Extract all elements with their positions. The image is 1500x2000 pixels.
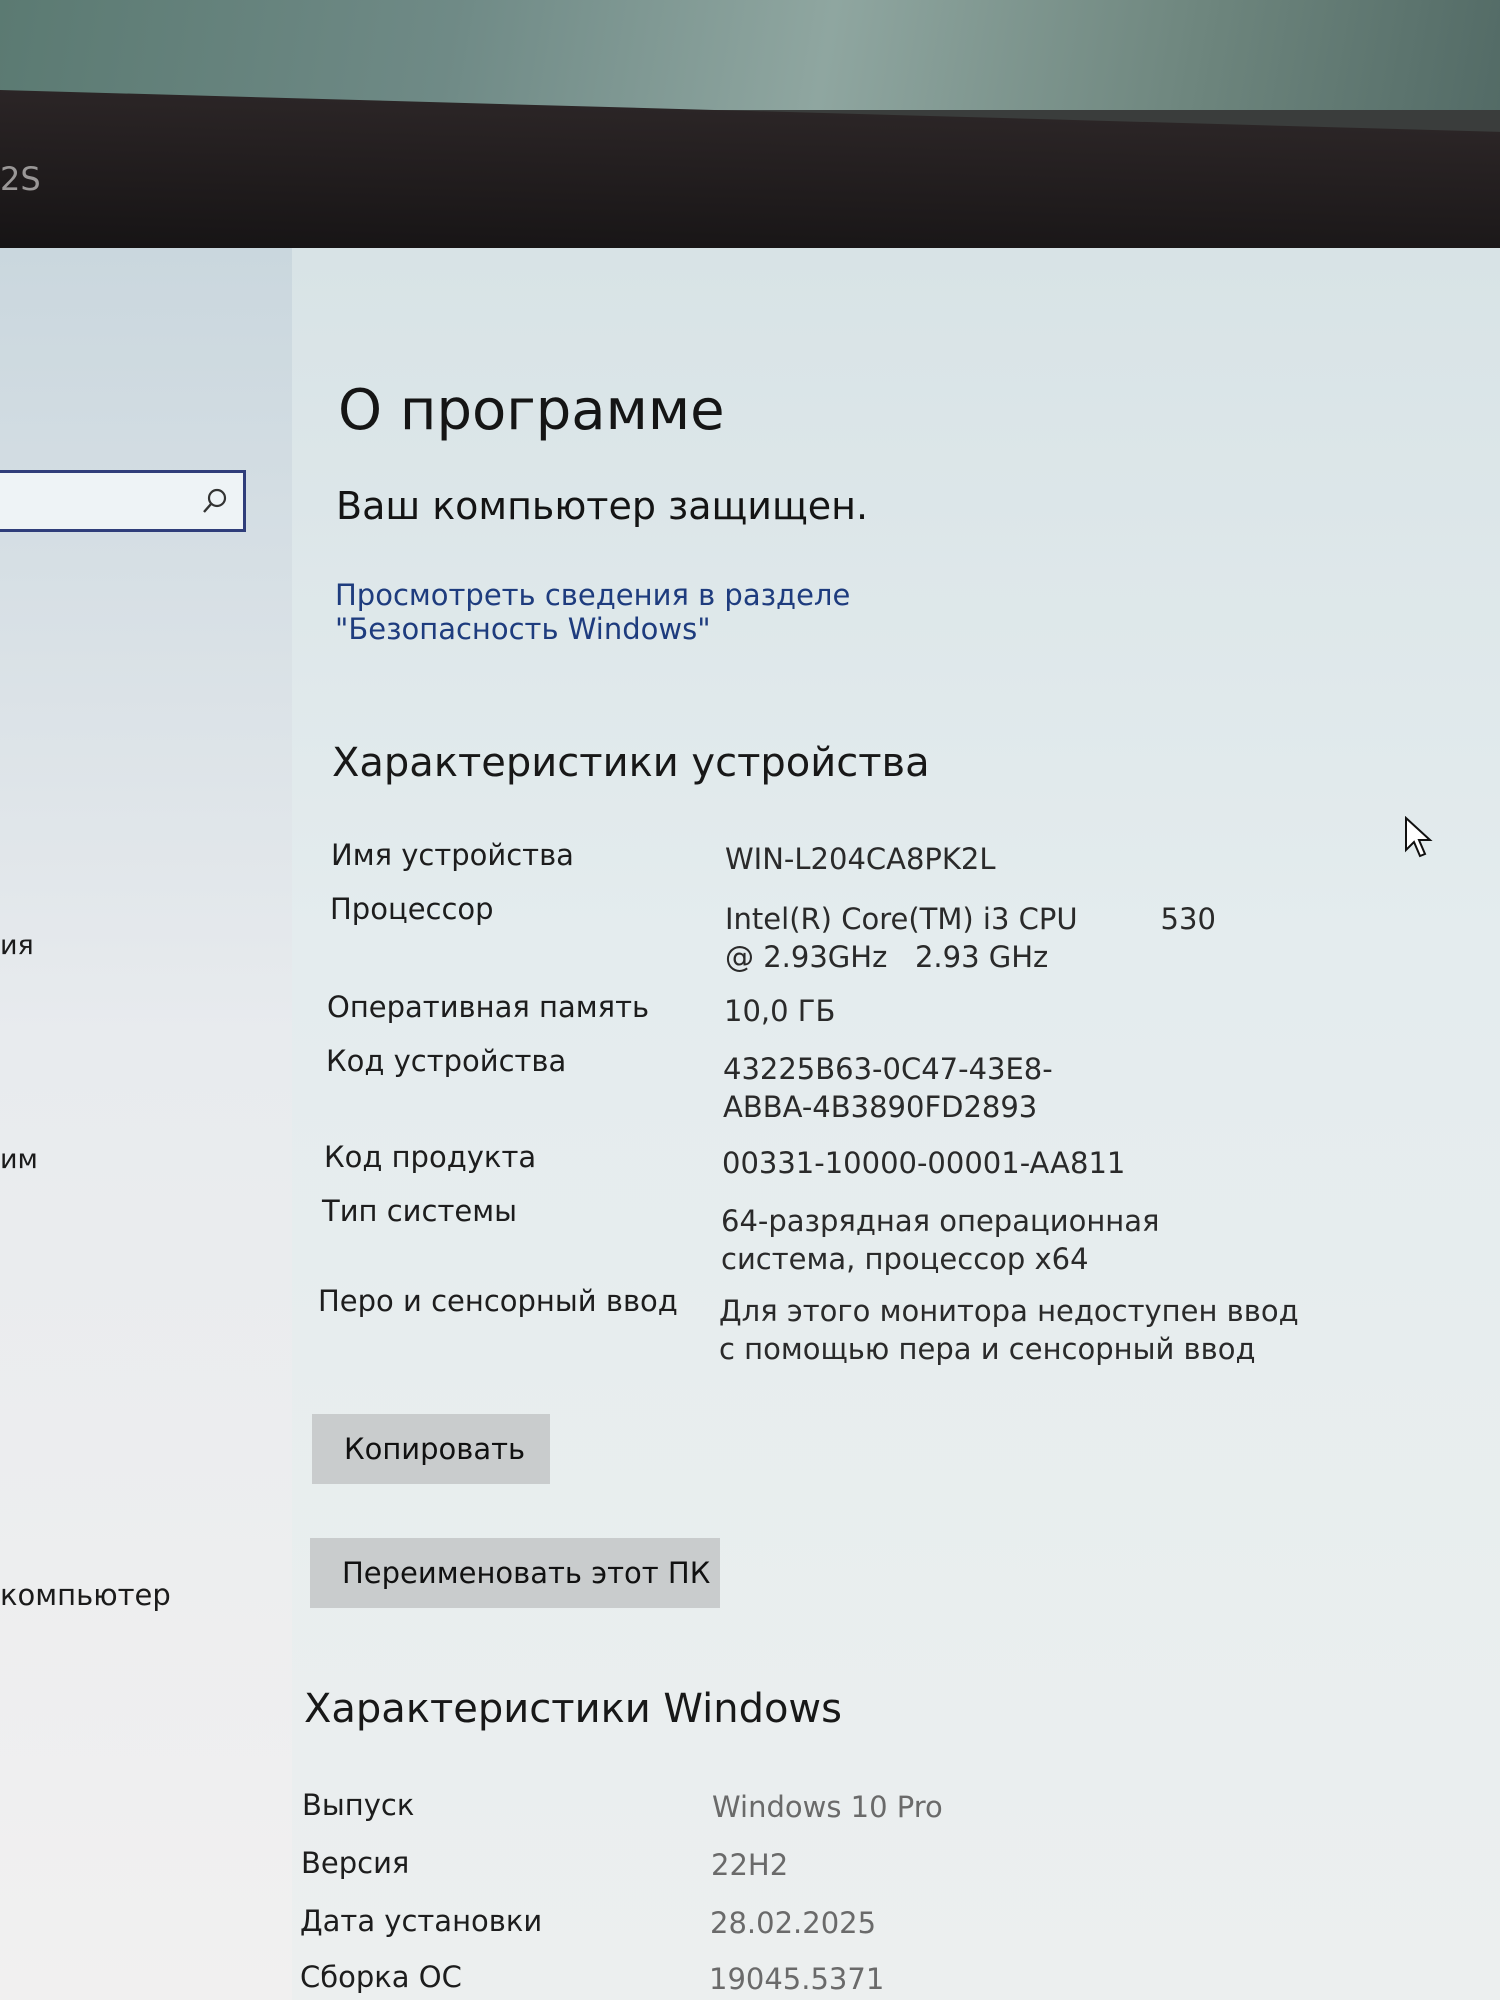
spec-value-install-date: 28.02.2025 [710, 1906, 877, 1940]
device-specs-heading: Характеристики устройства [332, 740, 930, 786]
mouse-cursor-icon [1405, 816, 1433, 858]
spec-label: Процессор [330, 892, 494, 926]
spec-value-processor: Intel(R) Core(TM) i3 CPU 530 @ 2.93GHz 2… [725, 902, 1235, 974]
copy-button[interactable]: Копировать [312, 1414, 550, 1484]
spec-label: Перо и сенсорный ввод [318, 1284, 678, 1318]
spec-value-os-build: 19045.5371 [709, 1962, 885, 1996]
settings-window: ия им компьютер О программе Ваш компьюте… [0, 248, 1500, 2000]
spec-label: Код продукта [324, 1140, 537, 1174]
background-desk [0, 0, 1500, 110]
windows-security-link[interactable]: Просмотреть сведения в разделе "Безопасн… [335, 578, 1055, 646]
spec-label: Выпуск [302, 1788, 415, 1822]
page-title: О программе [338, 378, 725, 443]
spec-label: Версия [301, 1846, 410, 1880]
rename-pc-button[interactable]: Переименовать этот ПК [310, 1538, 720, 1608]
spec-value-product-id: 00331-10000-00001-AA811 [722, 1146, 1126, 1180]
sidebar-item-fragment[interactable]: им [0, 1144, 38, 1175]
protection-status: Ваш компьютер защищен. [336, 484, 869, 528]
spec-value-version: 22H2 [711, 1848, 789, 1882]
spec-value-pen-touch: Для этого монитора недоступен ввод с пом… [719, 1294, 1299, 1366]
spec-value-device-name: WIN-L204CA8PK2L [725, 842, 996, 876]
spec-label: Оперативная память [327, 990, 650, 1024]
settings-sidebar: ия им компьютер [0, 248, 292, 2000]
spec-label: Имя устройства [331, 838, 574, 872]
spec-value-system-type: 64-разрядная операционная система, проце… [721, 1204, 1160, 1276]
search-input[interactable] [0, 470, 246, 532]
spec-label: Код устройства [326, 1044, 567, 1078]
spec-label: Тип системы [322, 1194, 517, 1228]
spec-label: Сборка ОС [300, 1960, 462, 1994]
window-title-fragment: 2S [0, 160, 41, 198]
spec-value-ram: 10,0 ГБ [724, 994, 836, 1028]
sidebar-item-fragment[interactable]: компьютер [0, 1578, 171, 1612]
spec-value-edition: Windows 10 Pro [712, 1790, 943, 1824]
windows-specs-heading: Характеристики Windows [304, 1686, 842, 1732]
spec-value-device-id: 43225B63-0C47-43E8-ABBA-4B3890FD2893 [723, 1052, 1053, 1124]
about-page: О программе Ваш компьютер защищен. Просм… [300, 248, 1500, 2000]
sidebar-item-fragment[interactable]: ия [0, 930, 34, 961]
search-icon[interactable] [201, 487, 229, 515]
spec-label: Дата установки [300, 1904, 543, 1938]
